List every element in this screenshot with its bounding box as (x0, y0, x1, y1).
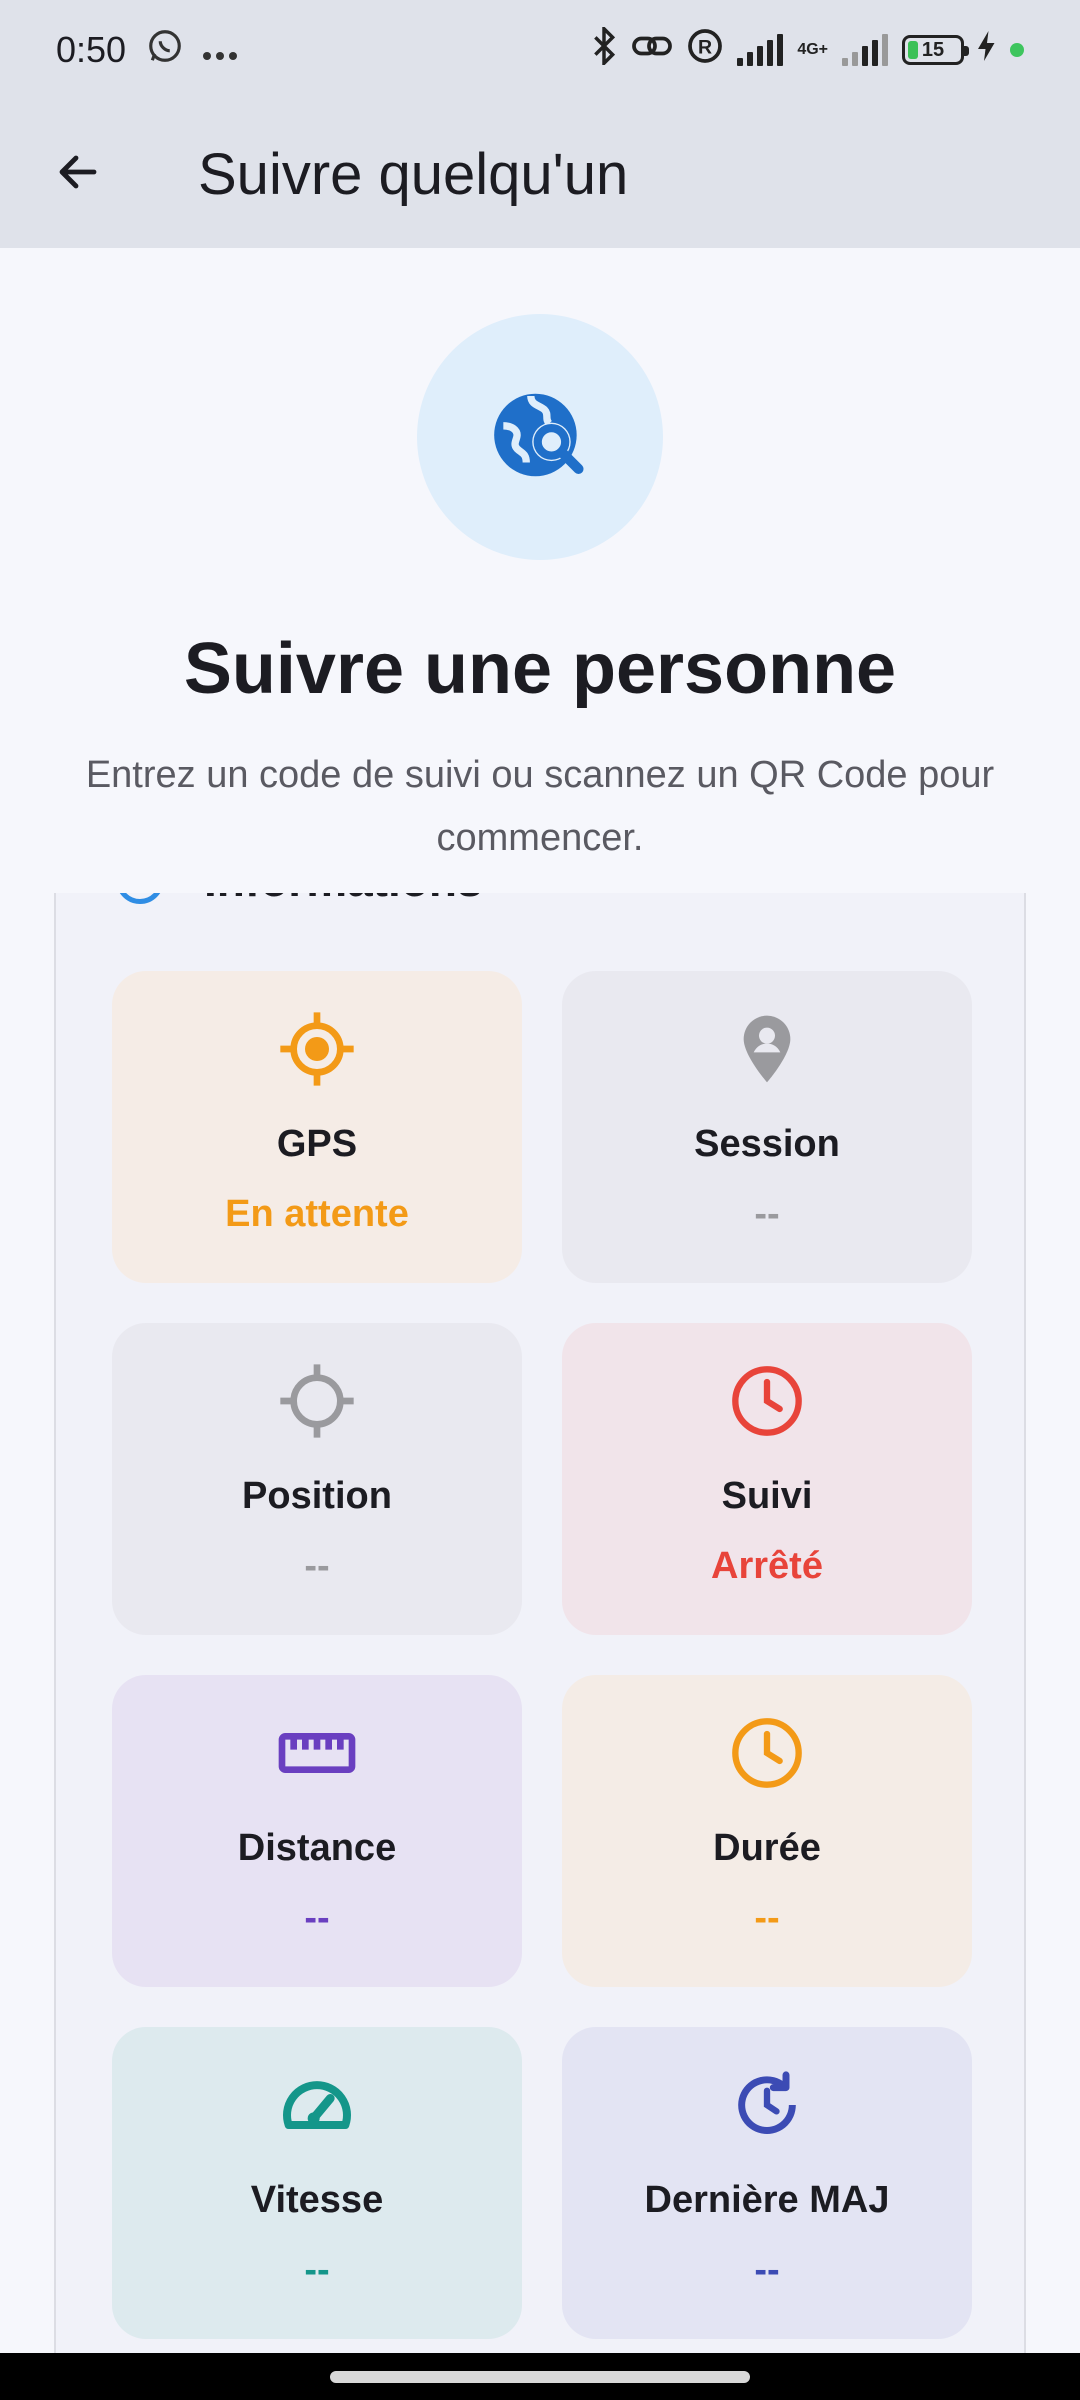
whatsapp-icon (146, 27, 184, 74)
tile-label: Session (694, 1123, 840, 1165)
tile-session: Session -- (562, 971, 972, 1283)
more-notifications-icon (202, 31, 238, 70)
svg-text:R: R (698, 37, 712, 59)
tile-value: -- (754, 1193, 780, 1235)
charging-icon (978, 31, 996, 69)
person-pin-icon (562, 1009, 972, 1089)
tile-suivi: Suivi Arrêté (562, 1323, 972, 1635)
ruler-icon (112, 1713, 522, 1793)
privacy-dot (1010, 43, 1024, 57)
system-nav-bar (0, 2353, 1080, 2400)
home-gesture-handle[interactable] (330, 2371, 750, 2383)
status-bar: 0:50 R 4G+ 15 (0, 0, 1080, 100)
app-bar: Suivre quelqu'un (0, 100, 1080, 248)
tile-label: Suivi (721, 1475, 813, 1517)
back-button[interactable] (28, 124, 128, 224)
info-title: Informations (204, 893, 483, 907)
tile-position: Position -- (112, 1323, 522, 1635)
arrow-left-icon (54, 148, 102, 201)
info-card: Informations GPS En attente Session -- P… (54, 893, 1026, 2353)
tile-duree: Durée -- (562, 1675, 972, 1987)
info-header: Informations (116, 893, 483, 907)
tile-value: -- (304, 1545, 330, 1587)
hero-section: Suivre une personne Entrez un code de su… (0, 248, 1080, 893)
tile-value: -- (304, 1897, 330, 1939)
info-icon (116, 893, 164, 904)
tile-derniere-maj: Dernière MAJ -- (562, 2027, 972, 2339)
tile-label: Dernière MAJ (644, 2179, 890, 2221)
tile-value: -- (754, 1897, 780, 1939)
hero-subtitle: Entrez un code de suivi ou scannez un QR… (85, 754, 995, 859)
link-icon (631, 31, 673, 69)
tile-value: -- (754, 2249, 780, 2291)
tile-gps: GPS En attente (112, 971, 522, 1283)
tile-label: Position (242, 1475, 392, 1517)
hero-title: Suivre une personne (183, 629, 897, 709)
network-type: 4G+ (797, 41, 828, 58)
tile-distance: Distance -- (112, 1675, 522, 1987)
tile-label: Vitesse (250, 2179, 384, 2221)
tile-label: GPS (276, 1123, 358, 1165)
speedometer-icon (112, 2065, 522, 2145)
hero-icon-circle (417, 314, 663, 560)
gps-crosshair-icon (112, 1361, 522, 1441)
battery-level: 15 (921, 38, 945, 61)
tile-label: Durée (713, 1827, 821, 1869)
signal-icon (737, 34, 784, 66)
battery-icon: 15 (902, 35, 969, 65)
status-time: 0:50 (56, 29, 127, 70)
tile-value: En attente (225, 1193, 409, 1235)
clock-icon (562, 1361, 972, 1441)
registered-icon: R (687, 28, 723, 72)
tile-vitesse: Vitesse -- (112, 2027, 522, 2339)
clock-icon (562, 1713, 972, 1793)
travel-explore-icon (485, 380, 595, 495)
signal-2-icon (842, 34, 888, 66)
update-icon (562, 2065, 972, 2145)
page-title: Suivre quelqu'un (198, 141, 629, 207)
gps-fixed-icon (112, 1009, 522, 1089)
tile-label: Distance (237, 1827, 397, 1869)
bluetooth-icon (591, 24, 617, 73)
tile-value: -- (304, 2249, 330, 2291)
tile-value: Arrêté (711, 1545, 823, 1587)
